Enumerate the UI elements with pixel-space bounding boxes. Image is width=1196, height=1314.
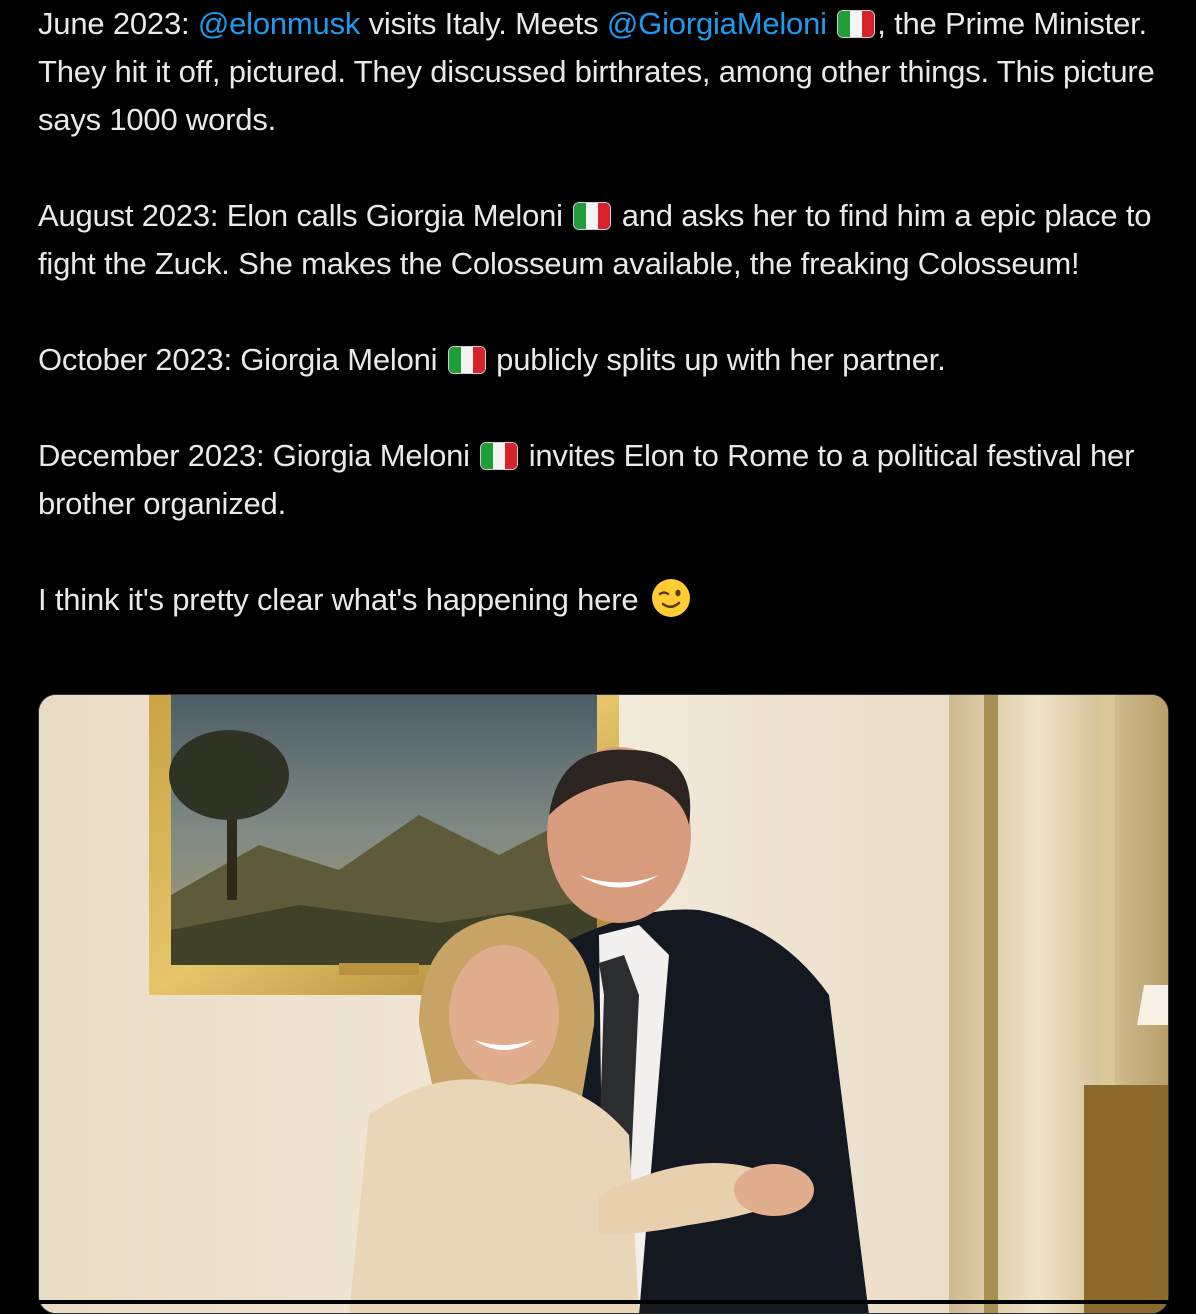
tweet-text-segment: I think it's pretty clear what's happeni… [38, 582, 647, 617]
tweet-text: June 2023: @elonmusk visits Italy. Meets… [38, 0, 1178, 624]
tweet-text-segment: publicly splits up with her partner. [487, 342, 946, 377]
tweet-text-segment: August 2023: Elon calls Giorgia Meloni [38, 198, 572, 233]
tweet-paragraph: December 2023: Giorgia Meloni invites El… [38, 432, 1178, 528]
tweet-text-segment: October 2023: Giorgia Meloni [38, 342, 446, 377]
mention-link[interactable]: @elonmusk [198, 6, 361, 41]
tweet-text-segment: December 2023: Giorgia Meloni [38, 438, 479, 473]
tweet-paragraph: October 2023: Giorgia Meloni publicly sp… [38, 336, 1178, 384]
tweet-text-segment: visits Italy. Meets [360, 6, 607, 41]
tweet-paragraph: August 2023: Elon calls Giorgia Meloni a… [38, 192, 1178, 288]
tweet-photo[interactable] [38, 694, 1169, 1314]
winking-face-icon [651, 579, 690, 617]
italy-flag-icon [480, 442, 519, 470]
tweet-card: June 2023: @elonmusk visits Italy. Meets… [0, 0, 1196, 1314]
italy-flag-icon [837, 10, 876, 38]
italy-flag-icon [447, 346, 486, 374]
tweet-text-segment [827, 6, 835, 41]
mention-link[interactable]: @GiorgiaMeloni [607, 6, 827, 41]
divider [0, 1300, 1196, 1304]
tweet-paragraph: June 2023: @elonmusk visits Italy. Meets… [38, 0, 1178, 144]
photo-attachment-icon [39, 695, 1168, 1313]
tweet-paragraph: I think it's pretty clear what's happeni… [38, 576, 1178, 624]
tweet-text-segment: June 2023: [38, 6, 198, 41]
italy-flag-icon [573, 202, 612, 230]
